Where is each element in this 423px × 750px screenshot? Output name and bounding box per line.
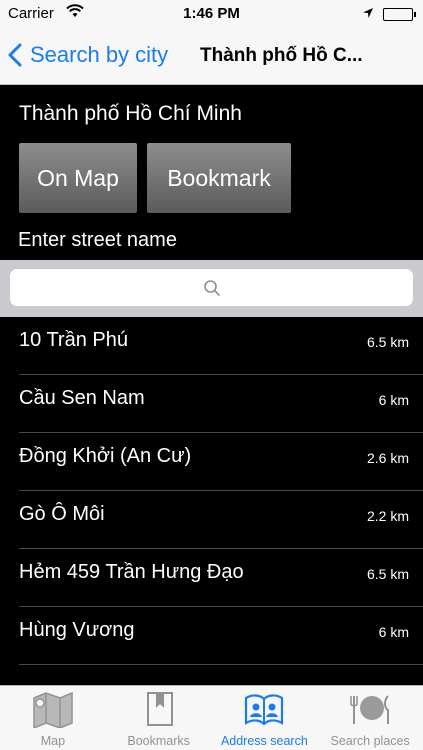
clock: 1:46 PM: [183, 5, 240, 22]
tab-label: Map: [40, 734, 66, 748]
tab-search-places[interactable]: Search places: [317, 686, 423, 750]
page-title: Thành phố Hồ C...: [200, 45, 363, 66]
street-list: 10 Trần Phú 6.5 km Cầu Sen Nam 6 km Đồng…: [0, 317, 423, 685]
search-bar: [0, 260, 423, 317]
street-name: Gò Ô Môi: [19, 503, 105, 525]
list-item[interactable]: 10 Trần Phú 6.5 km: [0, 317, 423, 375]
street-distance: 6.5 km: [366, 334, 409, 350]
address-book-icon: [243, 690, 285, 731]
tab-address-search[interactable]: Address search: [212, 686, 318, 750]
street-name: Đồng Khởi (An Cư): [19, 445, 192, 467]
list-item[interactable]: Hẻm 459 Trần Hưng Đạo 6.5 km: [0, 549, 423, 607]
list-item[interactable]: Gò Ô Môi 2.2 km: [0, 491, 423, 549]
street-prompt: Enter street name: [18, 229, 177, 251]
chevron-left-icon: [8, 43, 22, 67]
street-name: Cầu Sen Nam: [19, 387, 145, 409]
location-arrow-icon: [362, 6, 374, 23]
tab-bookmarks[interactable]: Bookmarks: [106, 686, 212, 750]
navigation-bar: Search by city Thành phố Hồ C...: [0, 28, 423, 85]
tab-map[interactable]: Map: [0, 686, 106, 750]
tab-label: Search places: [330, 734, 410, 748]
street-name: Hùng Vương: [19, 619, 135, 641]
plate-icon: [347, 690, 393, 731]
street-distance: 6 km: [378, 624, 409, 640]
row-divider: [19, 664, 423, 665]
street-name: 10 Trần Phú: [19, 329, 128, 351]
tab-label: Bookmarks: [127, 734, 190, 748]
city-header: Thành phố Hồ Chí Minh On Map Bookmark En…: [0, 85, 423, 260]
status-bar: Carrier 1:46 PM: [0, 0, 423, 28]
city-name: Thành phố Hồ Chí Minh: [19, 102, 242, 125]
street-distance: 6.5 km: [366, 566, 409, 582]
bookmark-button[interactable]: Bookmark: [147, 143, 291, 213]
tab-label: Address search: [220, 734, 308, 748]
search-input[interactable]: [10, 269, 413, 306]
bookmarks-icon: [142, 690, 176, 731]
street-distance: 2.6 km: [366, 450, 409, 466]
search-field[interactable]: [10, 269, 413, 306]
list-item[interactable]: Đồng Khởi (An Cư) 2.6 km: [0, 433, 423, 491]
street-name: Hẻm 459 Trần Hưng Đạo: [19, 561, 244, 583]
street-distance: 6 km: [378, 392, 409, 408]
list-item[interactable]: Cầu Sen Nam 6 km: [0, 375, 423, 433]
tab-bar: Map Bookmarks Address search Search plac…: [0, 685, 423, 750]
street-distance: 2.2 km: [366, 508, 409, 524]
back-button[interactable]: Search by city: [8, 40, 168, 70]
map-icon: [32, 690, 74, 731]
battery-icon: [383, 8, 416, 21]
on-map-button[interactable]: On Map: [19, 143, 137, 213]
list-item[interactable]: Hùng Vương 6 km: [0, 607, 423, 665]
back-button-label: Search by city: [30, 42, 169, 67]
